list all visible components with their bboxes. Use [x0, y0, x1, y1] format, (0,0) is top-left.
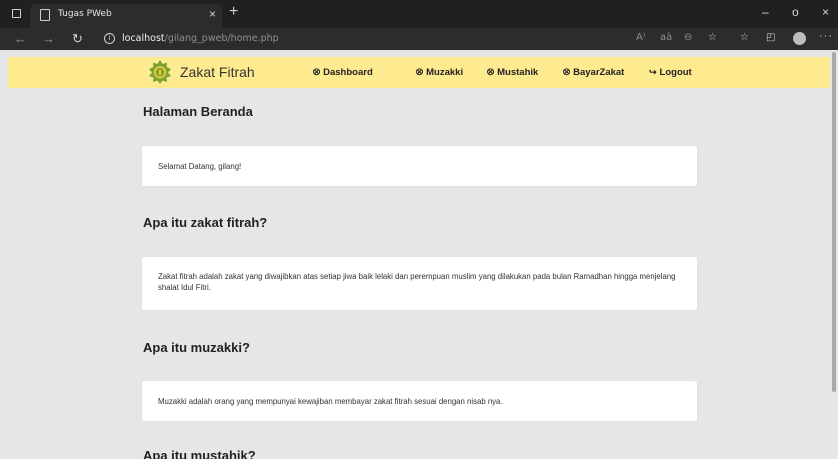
back-icon[interactable]: ←: [14, 31, 27, 46]
logout-icon: ↪: [649, 67, 657, 77]
immersive-reader-icon[interactable]: aà: [660, 32, 672, 43]
nav-logout[interactable]: ↪ Logout: [649, 67, 692, 78]
url-host: localhost: [122, 33, 165, 44]
site-info-icon[interactable]: i: [104, 33, 115, 44]
tab-title: Tugas PWeb: [58, 9, 112, 19]
favorites-add-icon[interactable]: ☆: [708, 32, 717, 43]
user-circle-icon: ⭙: [487, 67, 495, 77]
nav-dashboard[interactable]: ⭙ Dashboard: [313, 67, 373, 78]
scrollbar[interactable]: [830, 50, 838, 459]
close-window-icon[interactable]: ×: [822, 5, 829, 19]
tab-bar: Tugas PWeb × + – o ×: [0, 0, 838, 28]
nav-bayarzakat-label: BayarZakat: [573, 67, 625, 78]
section-heading-muzakki: Apa itu muzakki?: [143, 340, 250, 355]
favorites-icon[interactable]: ☆: [740, 32, 749, 43]
nav-muzakki-label: Muzakki: [426, 67, 464, 78]
section-heading-mustahik: Apa itu mustahik?: [143, 448, 256, 459]
profile-icon[interactable]: [793, 32, 806, 45]
more-icon[interactable]: ···: [819, 30, 833, 42]
nav-muzakki[interactable]: ⭙ Muzakki: [416, 67, 463, 78]
scrollbar-thumb[interactable]: [832, 52, 836, 392]
nav-mustahik-label: Mustahik: [497, 67, 539, 78]
muzakki-text: Muzakki adalah orang yang mempunyai kewa…: [158, 397, 503, 406]
address-input[interactable]: localhost/gilang_pweb/home.php: [122, 33, 279, 44]
nav-mustahik[interactable]: ⭙ Mustahik: [487, 67, 538, 78]
browser-window: Tugas PWeb × + – o × ← → ↻ i localhost/g…: [0, 0, 838, 459]
tab-close-icon[interactable]: ×: [209, 7, 216, 21]
collections-icon[interactable]: ◰: [766, 32, 775, 43]
new-tab-icon[interactable]: +: [229, 3, 238, 21]
nav-logout-label: Logout: [659, 67, 692, 78]
zakat-fitrah-text: Zakat fitrah adalah zakat yang diwajibka…: [158, 272, 676, 292]
welcome-text: Selamat Datang, gilang!: [158, 162, 242, 171]
zoom-icon[interactable]: ⊖: [684, 32, 692, 43]
page-title: Halaman Beranda: [143, 104, 253, 119]
user-circle-icon: ⭙: [313, 67, 321, 77]
user-circle-icon: ⭙: [416, 67, 424, 77]
nav-dashboard-label: Dashboard: [323, 67, 373, 78]
maximize-icon[interactable]: o: [792, 5, 799, 19]
nav-bayarzakat[interactable]: ⭙ BayarZakat: [563, 67, 624, 78]
section-heading-zakat-fitrah: Apa itu zakat fitrah?: [143, 215, 268, 230]
zakat-fitrah-card: Zakat fitrah adalah zakat yang diwajibka…: [142, 257, 697, 310]
refresh-icon[interactable]: ↻: [72, 31, 83, 47]
read-aloud-icon[interactable]: A⁾: [636, 32, 645, 43]
url-path: /gilang_pweb/home.php: [164, 33, 279, 44]
page-icon: [40, 9, 50, 21]
site-navbar: Zakat Fitrah ⭙ Dashboard ⭙ Muzakki ⭙ Mustah…: [8, 57, 830, 88]
user-circle-icon: ⭙: [563, 67, 571, 77]
browser-tab[interactable]: Tugas PWeb ×: [30, 4, 222, 28]
muzakki-card: Muzakki adalah orang yang mempunyai kewa…: [142, 381, 697, 421]
address-bar-row: ← → ↻ i localhost/gilang_pweb/home.php A…: [0, 28, 838, 50]
forward-icon[interactable]: →: [42, 31, 55, 46]
welcome-card: Selamat Datang, gilang!: [142, 146, 697, 186]
page-viewport: Zakat Fitrah ⭙ Dashboard ⭙ Muzakki ⭙ Mustah…: [0, 50, 838, 459]
tab-actions-icon[interactable]: [12, 9, 21, 18]
zakat-logo-icon[interactable]: [148, 60, 172, 84]
minimize-icon[interactable]: –: [762, 5, 769, 19]
site-brand[interactable]: Zakat Fitrah: [180, 64, 255, 80]
